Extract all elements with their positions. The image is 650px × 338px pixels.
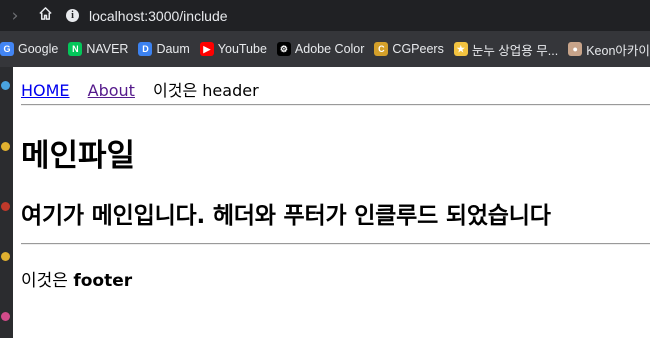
about-link[interactable]: About — [88, 81, 135, 100]
footer-prefix: 이것은 — [21, 271, 74, 291]
footer-bold: footer — [73, 271, 133, 291]
bookmark-label: Adobe Color — [294, 42, 365, 56]
header-divider — [21, 104, 650, 106]
cgpeers-icon: C — [374, 42, 389, 56]
side-dot — [1, 252, 10, 261]
bookmark-label: Daum — [156, 42, 190, 56]
url-text[interactable]: localhost:3000/include — [89, 8, 228, 24]
youtube-icon: ▶ — [199, 42, 214, 56]
page-content: HOME About 이것은 header 메인파일 여기가 메인입니다. 헤더… — [13, 67, 650, 338]
bookmark-label: 눈누 상업용 무... — [471, 43, 559, 58]
adobe-color-icon: ⚙ — [276, 42, 291, 56]
forward-icon[interactable]: › — [0, 6, 30, 26]
side-dot — [1, 312, 10, 321]
bookmark-item[interactable]: N NAVER — [68, 42, 128, 56]
bookmark-item[interactable]: C CGPeers — [374, 42, 444, 56]
site-footer: 이것은 footer — [21, 266, 132, 291]
bookmark-item[interactable]: D Daum — [138, 42, 190, 56]
bookmark-item[interactable]: ★ 눈누 상업용 무... — [453, 40, 559, 59]
noonnu-icon: ★ — [453, 42, 468, 56]
side-dot — [1, 81, 10, 90]
daum-icon: D — [138, 42, 153, 56]
side-strip — [0, 67, 13, 338]
google-icon: G — [0, 42, 14, 56]
bookmark-label: NAVER — [86, 42, 129, 56]
page-title: 메인파일 — [21, 138, 136, 174]
side-dot — [1, 142, 10, 151]
header-text: 이것은 header — [153, 81, 259, 100]
bookmark-label: Keon아카이브 — [586, 43, 650, 58]
home-icon-svg — [38, 7, 52, 20]
site-info-icon[interactable]: i — [66, 9, 79, 22]
naver-icon: N — [68, 42, 83, 56]
home-icon[interactable] — [32, 6, 58, 25]
browser-toolbar: › i localhost:3000/include — [0, 0, 650, 31]
bookmark-label: Google — [18, 42, 59, 56]
bookmark-item[interactable]: ●Keon아카이브 — [568, 40, 650, 59]
bookmark-item[interactable]: ▶ YouTube — [199, 42, 267, 56]
bookmark-label: CGPeers — [392, 42, 444, 56]
bookmark-item[interactable]: G Google — [0, 42, 58, 56]
bookmarks-bar: G Google N NAVER D Daum ▶ YouTube ⚙ Adobe Color C C… — [0, 31, 650, 67]
keon-icon: ● — [568, 42, 583, 56]
home-link[interactable]: HOME — [21, 81, 70, 100]
side-dot — [1, 202, 10, 211]
page-subtitle: 여기가 메인입니다. 헤더와 푸터가 인클루드 되었습니다 — [21, 203, 551, 229]
address-bar[interactable]: i localhost:3000/include — [66, 0, 650, 31]
footer-divider — [21, 243, 650, 245]
bookmark-item[interactable]: ⚙ Adobe Color — [276, 42, 365, 56]
bookmark-label: YouTube — [217, 42, 267, 56]
site-header: HOME About 이것은 header — [21, 77, 259, 101]
